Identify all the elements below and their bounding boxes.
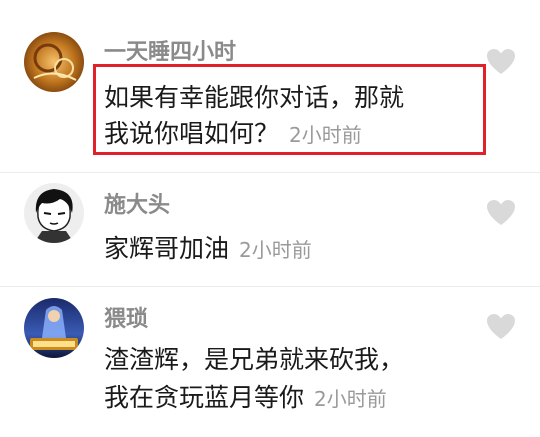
- comment-text-line: 渣渣辉，是兄弟就来砍我，: [104, 345, 405, 374]
- comment-text-line: 我在贪玩蓝月等你: [104, 383, 305, 412]
- comment-text: 我在贪玩蓝月等你 2小时前: [104, 380, 387, 417]
- comment-item: 猥琐 渣渣辉，是兄弟就来砍我， 我在贪玩蓝月等你 2小时前: [0, 0, 540, 437]
- avatar[interactable]: [24, 298, 84, 358]
- heart-icon: [487, 314, 515, 339]
- like-button[interactable]: [486, 313, 516, 341]
- comment-timestamp: 2小时前: [314, 387, 387, 411]
- comment-text: 渣渣辉，是兄弟就来砍我，: [104, 342, 404, 378]
- comment-username[interactable]: 猥琐: [104, 307, 148, 333]
